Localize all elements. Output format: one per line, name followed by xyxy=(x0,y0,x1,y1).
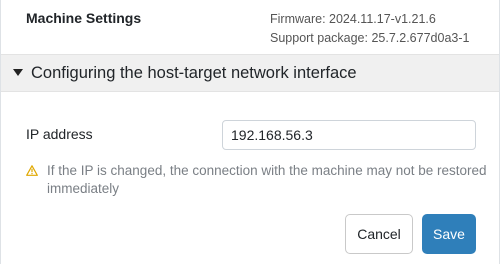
warning-text: If the IP is changed, the connection wit… xyxy=(47,163,487,196)
caret-down-icon[interactable] xyxy=(13,69,23,76)
section-header-network[interactable]: Configuring the host-target network inte… xyxy=(1,54,499,92)
ip-address-input[interactable] xyxy=(222,120,476,150)
dialog-title: Machine Settings xyxy=(26,10,142,26)
save-button[interactable]: Save xyxy=(422,214,476,254)
dialog-header: Machine Settings Firmware: 2024.11.17-v1… xyxy=(1,0,499,50)
warning-icon xyxy=(26,165,38,176)
support-package-version: Support package: 25.7.2.677d0a3-1 xyxy=(270,31,470,45)
ip-address-label: IP address xyxy=(26,126,93,142)
cancel-button[interactable]: Cancel xyxy=(345,214,413,254)
machine-settings-dialog: Machine Settings Firmware: 2024.11.17-v1… xyxy=(0,0,500,264)
firmware-version: Firmware: 2024.11.17-v1.21.6 xyxy=(270,12,436,26)
version-info: Firmware: 2024.11.17-v1.21.6 Support pac… xyxy=(270,10,469,48)
section-title[interactable]: Configuring the host-target network inte… xyxy=(31,64,357,83)
